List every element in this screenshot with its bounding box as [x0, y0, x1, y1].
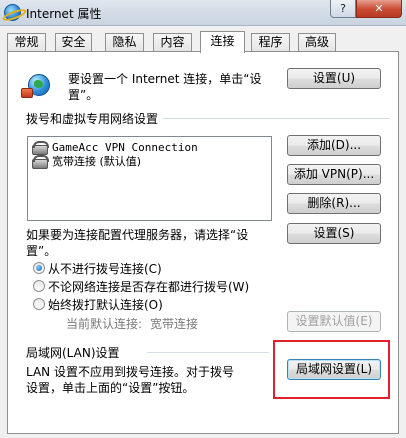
setup-text-line2: 置”。	[68, 88, 99, 102]
title-bar: Internet 属性 ? ✕	[0, 0, 406, 26]
internet-explorer-icon	[4, 4, 21, 21]
tab-content[interactable]: 内容	[153, 33, 192, 52]
tab-security[interactable]: 安全	[55, 33, 92, 52]
radio-never-dial[interactable]	[33, 262, 45, 274]
dialup-connection-icon	[32, 155, 49, 169]
window-title: Internet 属性	[26, 7, 102, 21]
tab-privacy[interactable]: 隐私	[105, 33, 144, 52]
dialup-divider	[163, 118, 390, 119]
radio-dial-when-no-network[interactable]	[33, 280, 45, 292]
radio-always-dial-default-label: 始终拨打默认连接(O)	[48, 298, 163, 312]
tab-general[interactable]: 常规	[7, 33, 46, 52]
lan-text-line2: 设置，单击上面的“设置”按钮。	[26, 381, 195, 395]
radio-dial-when-no-network-label: 不论网络连接是否存在都进行拨号(W)	[48, 280, 250, 294]
radio-never-dial-label: 从不进行拨号连接(C)	[48, 262, 162, 276]
close-button[interactable]: ✕	[356, 0, 402, 18]
proxy-settings-button[interactable]: 设置(S)	[287, 223, 381, 244]
help-button[interactable]: ?	[330, 0, 356, 18]
setup-text-line1: 要设置一个 Internet 连接，单击“设	[68, 72, 262, 86]
radio-always-dial-default[interactable]	[33, 298, 45, 310]
annotation-highlight-box	[273, 340, 390, 399]
current-default-value: 宽带连接	[150, 317, 199, 331]
add-button[interactable]: 添加(D)...	[287, 135, 381, 156]
set-default-button[interactable]: 设置默认值(E)	[287, 311, 381, 332]
add-vpn-button[interactable]: 添加 VPN(P)...	[287, 164, 381, 185]
connection-list[interactable]: GameAcc VPN Connection 宽带连接 (默认值)	[27, 136, 272, 221]
proxy-text-line1: 如果要为连接配置代理服务器，请选择“设	[26, 228, 249, 242]
delete-button[interactable]: 删除(R)...	[287, 193, 381, 214]
lan-text-line1: LAN 设置不应用到拨号连接。对于拨号	[26, 365, 234, 379]
dialup-heading: 拨号和虚拟专用网络设置	[26, 112, 159, 126]
list-item[interactable]: 宽带连接 (默认值)	[32, 153, 141, 169]
tab-programs[interactable]: 程序	[251, 33, 290, 52]
proxy-text-line2: 置”。	[26, 244, 57, 258]
dialup-connection-icon	[32, 141, 49, 155]
tab-advanced[interactable]: 高级	[298, 33, 336, 52]
lan-divider	[147, 352, 269, 353]
lan-heading: 局域网(LAN)设置	[26, 346, 120, 360]
internet-connection-icon	[21, 71, 53, 101]
window-controls: ? ✕	[330, 0, 402, 18]
current-default-label: 当前默认连接:	[66, 317, 143, 331]
setup-button[interactable]: 设置(U)	[287, 68, 381, 89]
tab-connections[interactable]: 连接	[200, 31, 245, 53]
